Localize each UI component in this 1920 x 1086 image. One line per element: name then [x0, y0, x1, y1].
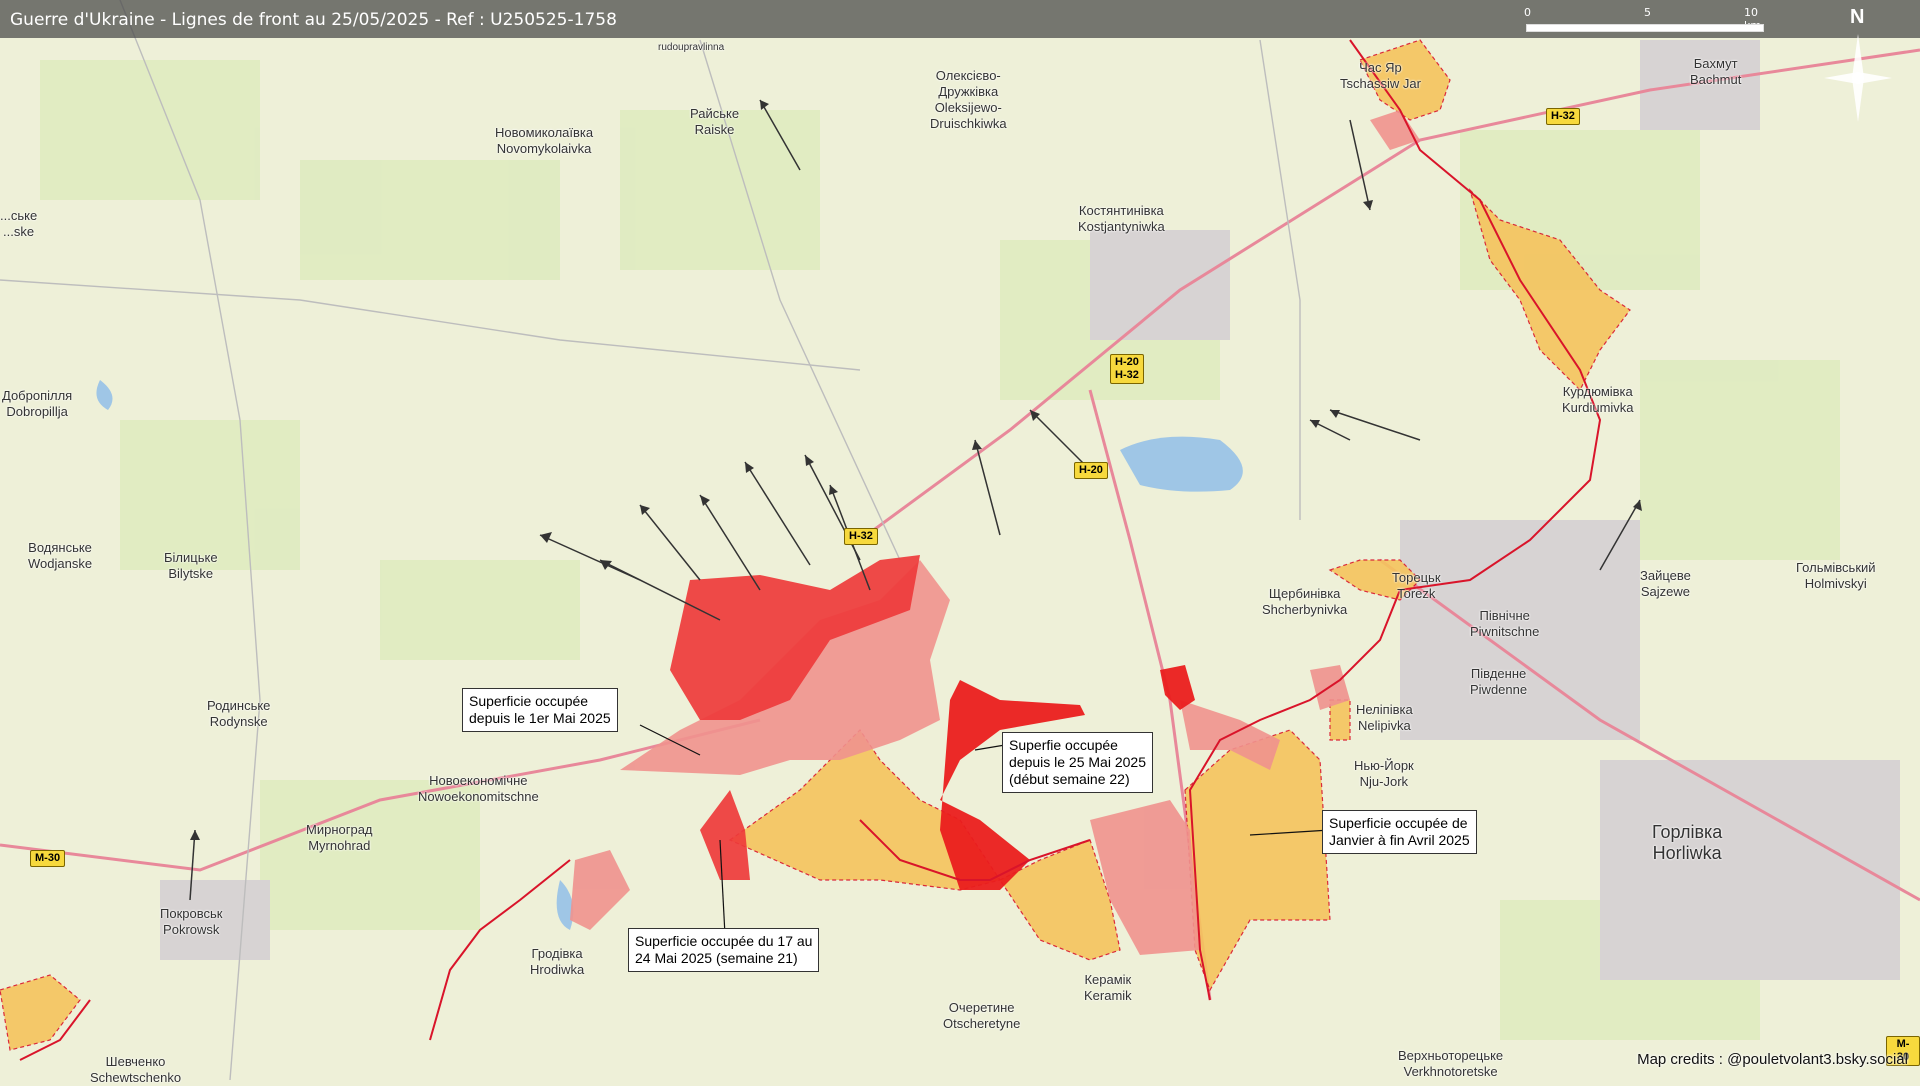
place-zaitseve: Зайцеве Sajzewe	[1640, 568, 1691, 599]
place-shevchenko: Шевченко Schewtschenko	[90, 1054, 182, 1085]
place-pokrovsk: Покровськ Pokrowsk	[160, 906, 223, 937]
scale-tick-5: 5	[1644, 6, 1651, 19]
place-shcherbynivka: Щербинівка Shcherbynivka	[1262, 586, 1348, 617]
place-oleksiievo: Олексієво- Дружківка Oleksijewo- Druisch…	[930, 68, 1007, 131]
road-shield-h32-mid: H-32	[844, 528, 878, 545]
place-toretsk: Торецьк Torezk	[1392, 570, 1441, 601]
road-shield-m30-left: M-30	[30, 850, 66, 867]
map-title: Guerre d'Ukraine - Lignes de front au 25…	[10, 10, 617, 30]
callout-jan-apr: Superficie occupée de Janvier à fin Avri…	[1322, 810, 1477, 854]
place-ocheretyne: Очеретине Otscheretyne	[943, 1000, 1021, 1031]
scale-bar-line	[1526, 24, 1764, 32]
scale-bar: 0 5 10 km	[1520, 4, 1770, 34]
scale-tick-0: 0	[1524, 6, 1531, 19]
compass-rose-icon	[1824, 34, 1892, 122]
place-novoekonomichne: Новоекономічне Nowoekonomitschne	[418, 773, 539, 804]
callout-since-may1: Superficie occupée depuis le 1er Mai 202…	[462, 688, 618, 732]
place-bilytske: Білицьке Bilytske	[164, 550, 218, 581]
place-raiske: Райське Raiske	[690, 106, 740, 137]
place-nelipivka: Неліпівка Nelipivka	[1356, 702, 1413, 733]
place-vodianske: Водянське Wodjanske	[28, 540, 93, 571]
place-horlivka: Горлівка Horliwka	[1652, 822, 1723, 863]
callout-week21: Superficie occupée du 17 au 24 Mai 2025 …	[628, 928, 820, 972]
place-rodynske: Родинське Rodynske	[207, 698, 271, 729]
place-left-edge: ...ське ...ske	[0, 208, 38, 239]
place-rudo: rudoupravlinna	[658, 42, 725, 53]
place-holmivskyi: Гольмівський Holmivskyi	[1796, 560, 1876, 591]
place-kurdiumivka: Курдюмівка Kurdiumivka	[1562, 384, 1634, 415]
place-chasiv-yar: Час Яр Tschassiw Jar	[1340, 60, 1421, 91]
title-bar: Guerre d'Ukraine - Lignes de front au 25…	[0, 0, 1920, 38]
place-keramik: Керамік Keramik	[1084, 972, 1132, 1003]
place-novomykolaivka: Новомиколаївка Novomykolaivka	[495, 125, 594, 156]
road-shield-h20: H-20	[1074, 462, 1108, 479]
place-dobropillia: Добропілля Dobropillja	[2, 388, 73, 419]
place-bakhmut: Бахмут Bachmut	[1690, 56, 1742, 87]
place-verkhnotoretske: Верхньоторецьке Verkhnotoretske	[1398, 1048, 1504, 1079]
map-credits: Map credits : @pouletvolant3.bsky.social	[1637, 1051, 1908, 1068]
callout-since-may25: Superfie occupée depuis le 25 Mai 2025 (…	[1002, 732, 1153, 793]
place-hrodivka: Гродівка Hrodiwka	[530, 946, 585, 977]
place-pivdenne: Південне Piwdenne	[1470, 666, 1528, 697]
place-pivnichne: Північне Piwnitschne	[1470, 608, 1540, 639]
road-shield-h32-top: H-32	[1546, 108, 1580, 125]
front-line-map	[0, 0, 1920, 1080]
place-kostiantynivka: Костянтинівка Kostjantyniwka	[1078, 203, 1165, 234]
place-myrnohrad: Мирноград Myrnohrad	[306, 822, 373, 853]
place-niu-york: Нью-Йорк Nju-Jork	[1354, 758, 1414, 789]
north-arrow: N	[1818, 6, 1898, 122]
road-shield-h20-h32: H-20 H-32	[1110, 354, 1144, 384]
